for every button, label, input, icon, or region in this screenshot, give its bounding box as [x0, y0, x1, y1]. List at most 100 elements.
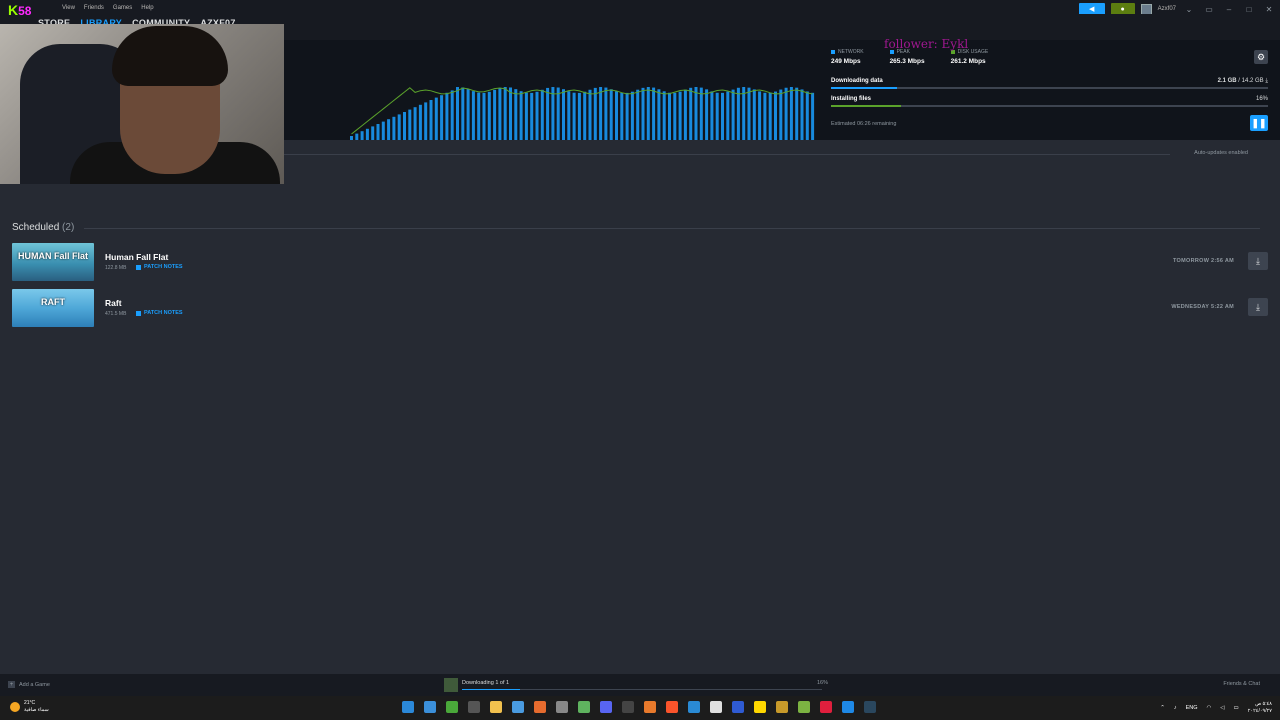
graph-bar	[461, 87, 465, 140]
game-thumbnail[interactable]: RAFT	[12, 289, 94, 327]
temperature: 21°C	[24, 700, 36, 706]
menu-bar: View Friends Games Help	[62, 5, 154, 11]
downloading-progress-bar	[831, 87, 1268, 89]
download-now-button[interactable]: ⤓	[1248, 252, 1268, 270]
game-title[interactable]: Raft	[105, 298, 122, 308]
minecraft-icon[interactable]	[446, 701, 458, 713]
discord-icon[interactable]	[600, 701, 612, 713]
download-icon: ⤓	[1265, 78, 1268, 84]
blender-icon[interactable]	[644, 701, 656, 713]
game-thumbnail[interactable]: HUMAN Fall Flat	[12, 243, 94, 281]
graph-bar	[768, 92, 772, 140]
maximize-icon[interactable]: □	[1242, 5, 1256, 14]
thumbnail-title: HUMAN Fall Flat	[17, 251, 88, 261]
app-icon[interactable]	[820, 701, 832, 713]
graph-bar	[752, 89, 756, 140]
graph-bar	[562, 89, 565, 140]
graph-bar	[673, 92, 677, 140]
graph-bar	[350, 136, 353, 140]
menu-games[interactable]: Games	[113, 5, 132, 11]
steam-footer: + Add a Game Downloading 1 of 1 16% Frie…	[0, 674, 1280, 696]
file-explorer-icon[interactable]	[490, 701, 502, 713]
graph-bar	[535, 91, 539, 140]
wifi-icon[interactable]: ◠	[1206, 705, 1211, 711]
stream-badge: K58	[8, 2, 31, 18]
close-icon[interactable]: ✕	[1262, 5, 1276, 14]
graph-bar	[625, 92, 629, 140]
big-picture-icon[interactable]: ▭	[1202, 5, 1216, 14]
graph-bar	[498, 87, 502, 140]
graph-bar	[630, 91, 634, 140]
settings-icon[interactable]	[468, 701, 480, 713]
graph-bar	[466, 89, 470, 140]
graph-bar	[641, 87, 645, 140]
minimize-icon[interactable]: –	[1222, 5, 1236, 14]
app-icon[interactable]	[556, 701, 568, 713]
footer-progress-fill	[462, 689, 520, 690]
weather-widget[interactable]: 21°C سماء صافية	[10, 700, 49, 714]
avatar[interactable]	[1140, 3, 1152, 15]
clock[interactable]: ٥:٤٨ ص ٢٠٢٤/٠٩/٢٧	[1248, 701, 1272, 715]
start-icon[interactable]	[402, 701, 414, 713]
patch-notes-link[interactable]: PATCH NOTES	[136, 264, 183, 270]
menu-help[interactable]: Help	[141, 5, 153, 11]
graph-bar	[524, 92, 528, 140]
app-icon[interactable]	[798, 701, 810, 713]
add-game-button[interactable]: + Add a Game	[8, 681, 50, 688]
app-icon[interactable]	[842, 701, 854, 713]
patch-notes-label: PATCH NOTES	[144, 264, 183, 270]
app-icon[interactable]	[578, 701, 590, 713]
account-name[interactable]: Azxf07	[1158, 6, 1176, 12]
pause-button[interactable]: ❚❚	[1250, 115, 1268, 131]
download-now-button[interactable]: ⤓	[1248, 298, 1268, 316]
menu-view[interactable]: View	[62, 5, 75, 11]
footer-download-status[interactable]: Downloading 1 of 1 16%	[444, 678, 830, 692]
graph-bar	[789, 87, 793, 140]
firefox-icon[interactable]	[534, 701, 546, 713]
menu-friends[interactable]: Friends	[84, 5, 104, 11]
sticky-notes-icon[interactable]	[754, 701, 766, 713]
download-graph	[350, 87, 815, 140]
chrome-icon[interactable]	[512, 701, 524, 713]
list-item[interactable]: RAFT Raft 471.5 MB PATCH NOTES WEDNESDAY…	[12, 289, 1268, 327]
volume-icon[interactable]: ◁	[1220, 705, 1224, 711]
download-icon: ⤓	[1256, 301, 1260, 312]
downloading-data-label: Downloading data	[831, 78, 883, 84]
graph-bar	[683, 89, 687, 140]
vscode-icon[interactable]	[688, 701, 700, 713]
graph-bar	[636, 89, 640, 140]
graph-bar	[620, 92, 624, 140]
graph-bar	[509, 87, 512, 140]
clock-time: ٥:٤٨ ص	[1255, 701, 1272, 707]
obs-icon[interactable]	[622, 701, 634, 713]
stat-network: NETWORK 249 Mbps	[831, 49, 864, 65]
graph-bar	[593, 87, 597, 140]
friends-chat-button[interactable]: Friends & Chat	[1223, 681, 1260, 687]
list-item[interactable]: HUMAN Fall Flat Human Fall Flat 122.8 MB…	[12, 243, 1268, 281]
graph-bar	[482, 92, 486, 140]
windows-taskbar: 21°C سماء صافية ⌃ ♪ ENG ◠ ◁ ▭ ٥:٤٨ ص ٢٠٢…	[0, 696, 1280, 720]
widgets-icon[interactable]	[424, 701, 436, 713]
battery-icon[interactable]: ▭	[1234, 705, 1239, 711]
app-icon[interactable]	[776, 701, 788, 713]
game-title[interactable]: Human Fall Flat	[105, 252, 168, 262]
download-settings-button[interactable]: ⚙	[1254, 50, 1268, 64]
chevron-up-icon[interactable]: ⌃	[1160, 705, 1165, 711]
patch-notes-link[interactable]: PATCH NOTES	[136, 310, 183, 316]
downloaded-size: 2.1 GB	[1217, 78, 1237, 84]
bitwarden-icon[interactable]	[732, 701, 744, 713]
language-indicator[interactable]: ENG	[1186, 705, 1198, 711]
steam-icon[interactable]	[864, 701, 876, 713]
microphone-icon[interactable]: ♪	[1174, 705, 1177, 711]
graph-bar	[556, 87, 560, 140]
chevron-down-icon[interactable]: ⌄	[1182, 5, 1196, 14]
graph-bar	[397, 114, 401, 140]
game-update-size: 471.5 MB	[105, 311, 127, 317]
brave-icon[interactable]	[666, 701, 678, 713]
graph-bar	[408, 109, 412, 140]
stat-peak-value: 265.3 Mbps	[889, 58, 925, 65]
graph-bar	[763, 92, 767, 140]
app-icon[interactable]	[710, 701, 722, 713]
graph-bar	[694, 87, 698, 140]
stat-disk-value: 261.2 Mbps	[950, 58, 986, 65]
